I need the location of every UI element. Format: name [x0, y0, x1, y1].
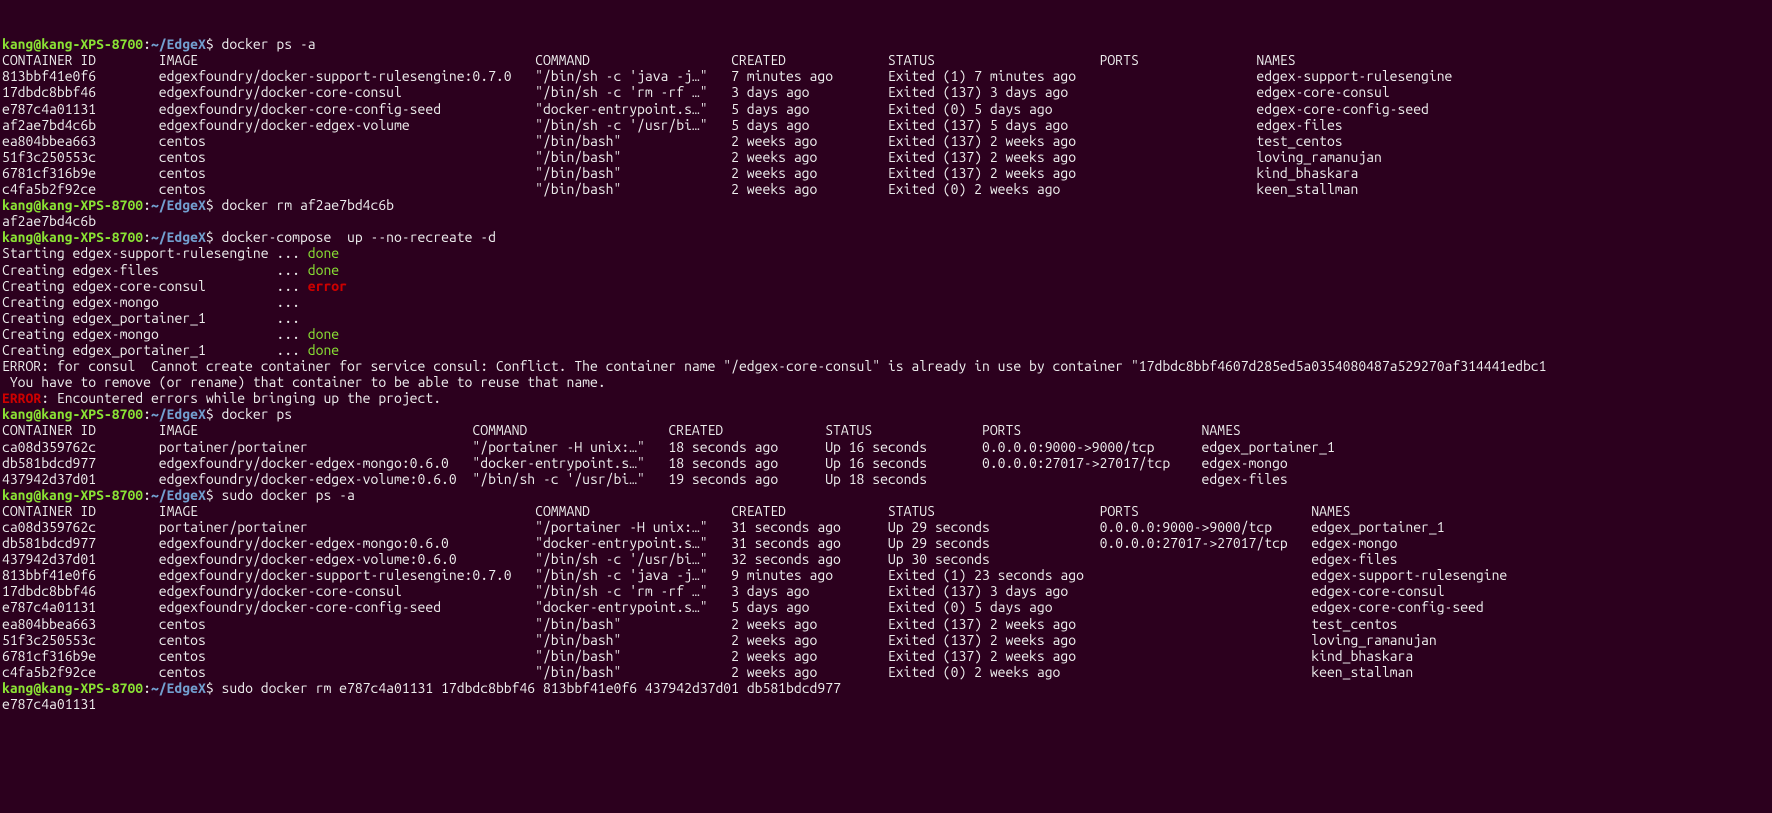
prompt-user: kang@kang-XPS-8700 [2, 229, 143, 245]
prompt-symbol: $ [206, 36, 222, 52]
table-row: db581bdcd977 edgexfoundry/docker-edgex-m… [2, 455, 1770, 471]
prompt-path: ~/EdgeX [151, 680, 206, 696]
table-row: ca08d359762c portainer/portainer "/porta… [2, 439, 1770, 455]
prompt-colon: : [143, 406, 151, 422]
compose-status: error [308, 278, 347, 294]
rm-output: af2ae7bd4c6b [2, 213, 1770, 229]
compose-status: done [308, 326, 339, 342]
table-row: 6781cf316b9e centos "/bin/bash" 2 weeks … [2, 648, 1770, 664]
table-row: ea804bbea663 centos "/bin/bash" 2 weeks … [2, 133, 1770, 149]
prompt-path: ~/EdgeX [151, 229, 206, 245]
command-text: docker ps -a [222, 36, 316, 52]
table-row: ea804bbea663 centos "/bin/bash" 2 weeks … [2, 616, 1770, 632]
table-row: 51f3c250553c centos "/bin/bash" 2 weeks … [2, 149, 1770, 165]
compose-status: done [308, 245, 339, 261]
command-text: sudo docker ps -a [222, 487, 355, 503]
compose-status: done [308, 262, 339, 278]
table-row: 51f3c250553c centos "/bin/bash" 2 weeks … [2, 632, 1770, 648]
error-label: ERROR [2, 390, 41, 406]
table-row: 17dbdc8bbf46 edgexfoundry/docker-core-co… [2, 583, 1770, 599]
command-text: docker-compose up --no-recreate -d [222, 229, 496, 245]
compose-line: Starting edgex-support-rulesengine ... d… [2, 245, 1770, 261]
prompt-line[interactable]: kang@kang-XPS-8700:~/EdgeX$ docker ps [2, 406, 1770, 422]
terminal: kang@kang-XPS-8700:~/EdgeX$ docker ps -a… [0, 32, 1772, 716]
prompt-user: kang@kang-XPS-8700 [2, 197, 143, 213]
prompt-line[interactable]: kang@kang-XPS-8700:~/EdgeX$ sudo docker … [2, 487, 1770, 503]
prompt-line[interactable]: kang@kang-XPS-8700:~/EdgeX$ docker rm af… [2, 197, 1770, 213]
rm-output: e787c4a01131 [2, 696, 1770, 712]
prompt-line[interactable]: kang@kang-XPS-8700:~/EdgeX$ sudo docker … [2, 680, 1770, 696]
prompt-user: kang@kang-XPS-8700 [2, 487, 143, 503]
prompt-colon: : [143, 197, 151, 213]
compose-line: Creating edgex_portainer_1 ... done [2, 342, 1770, 358]
prompt-colon: : [143, 229, 151, 245]
prompt-colon: : [143, 36, 151, 52]
prompt-user: kang@kang-XPS-8700 [2, 36, 143, 52]
compose-status: done [308, 342, 339, 358]
compose-error-summary: ERROR: Encountered errors while bringing… [2, 390, 1770, 406]
table-row: db581bdcd977 edgexfoundry/docker-edgex-m… [2, 535, 1770, 551]
prompt-colon: : [143, 680, 151, 696]
table-row: 437942d37d01 edgexfoundry/docker-edgex-v… [2, 471, 1770, 487]
command-text: docker ps [222, 406, 293, 422]
table-header: CONTAINER ID IMAGE COMMAND CREATED STATU… [2, 503, 1770, 519]
table-row: 437942d37d01 edgexfoundry/docker-edgex-v… [2, 551, 1770, 567]
prompt-path: ~/EdgeX [151, 36, 206, 52]
prompt-line[interactable]: kang@kang-XPS-8700:~/EdgeX$ docker-compo… [2, 229, 1770, 245]
command-text: sudo docker rm e787c4a01131 17dbdc8bbf46… [222, 680, 841, 696]
prompt-user: kang@kang-XPS-8700 [2, 680, 143, 696]
table-row: 17dbdc8bbf46 edgexfoundry/docker-core-co… [2, 84, 1770, 100]
table-row: e787c4a01131 edgexfoundry/docker-core-co… [2, 599, 1770, 615]
compose-error-text: ERROR: for consul Cannot create containe… [2, 358, 1770, 374]
prompt-symbol: $ [206, 197, 222, 213]
table-row: c4fa5b2f92ce centos "/bin/bash" 2 weeks … [2, 181, 1770, 197]
table-header: CONTAINER ID IMAGE COMMAND CREATED STATU… [2, 422, 1770, 438]
prompt-line[interactable]: kang@kang-XPS-8700:~/EdgeX$ docker ps -a [2, 36, 1770, 52]
table-row: ca08d359762c portainer/portainer "/porta… [2, 519, 1770, 535]
table-row: c4fa5b2f92ce centos "/bin/bash" 2 weeks … [2, 664, 1770, 680]
table-row: e787c4a01131 edgexfoundry/docker-core-co… [2, 101, 1770, 117]
compose-line: Creating edgex-mongo ... [2, 294, 1770, 310]
prompt-symbol: $ [206, 680, 222, 696]
prompt-symbol: $ [206, 229, 222, 245]
command-text: docker rm af2ae7bd4c6b [222, 197, 394, 213]
table-row: 813bbf41e0f6 edgexfoundry/docker-support… [2, 567, 1770, 583]
compose-line: Creating edgex-mongo ... done [2, 326, 1770, 342]
compose-line: Creating edgex-core-consul ... error [2, 278, 1770, 294]
prompt-colon: : [143, 487, 151, 503]
prompt-symbol: $ [206, 406, 222, 422]
prompt-path: ~/EdgeX [151, 487, 206, 503]
table-row: af2ae7bd4c6b edgexfoundry/docker-edgex-v… [2, 117, 1770, 133]
prompt-user: kang@kang-XPS-8700 [2, 406, 143, 422]
prompt-path: ~/EdgeX [151, 406, 206, 422]
table-header: CONTAINER ID IMAGE COMMAND CREATED STATU… [2, 52, 1770, 68]
table-row: 813bbf41e0f6 edgexfoundry/docker-support… [2, 68, 1770, 84]
prompt-symbol: $ [206, 487, 222, 503]
compose-error-text: You have to remove (or rename) that cont… [2, 374, 1770, 390]
compose-line: Creating edgex_portainer_1 ... [2, 310, 1770, 326]
compose-line: Creating edgex-files ... done [2, 262, 1770, 278]
table-row: 6781cf316b9e centos "/bin/bash" 2 weeks … [2, 165, 1770, 181]
prompt-path: ~/EdgeX [151, 197, 206, 213]
